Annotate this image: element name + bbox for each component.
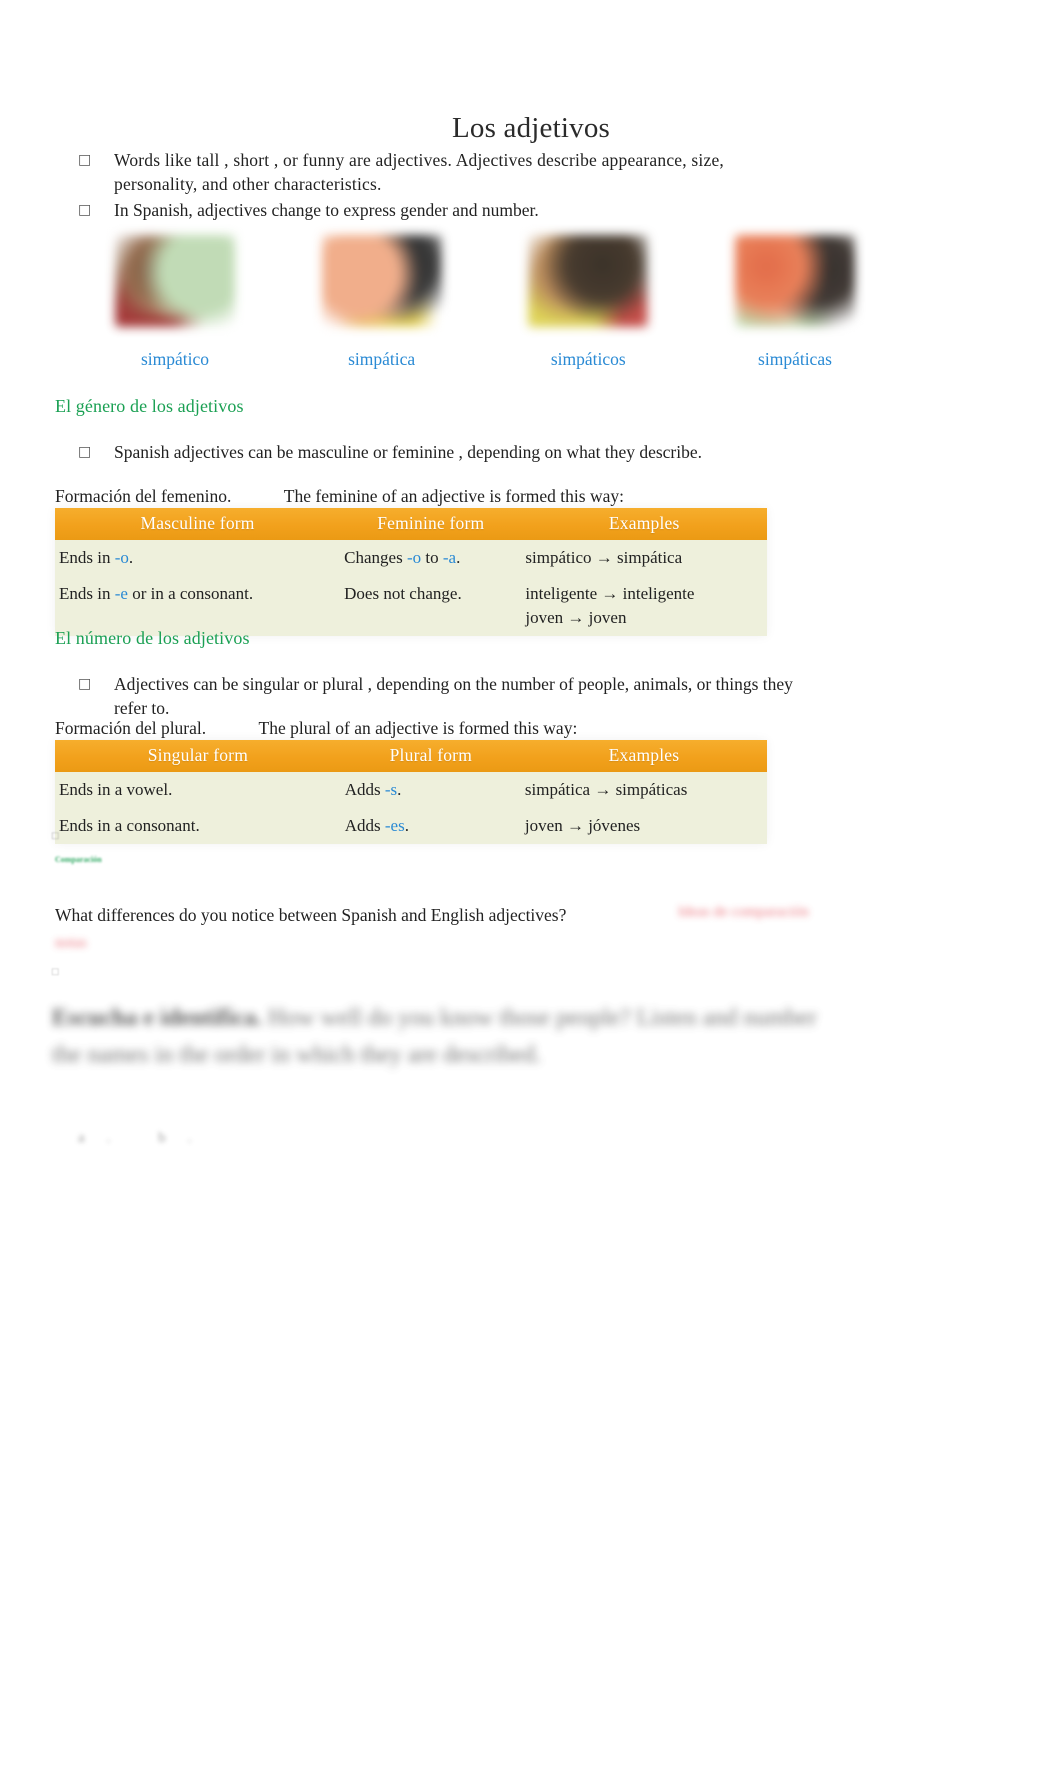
genero-bullet-text: Spanish adjectives can be masculine or f… (114, 442, 703, 462)
cell-examples-2: inteligente → inteligente joven → joven (521, 576, 767, 636)
photo-simpaticas-image (734, 235, 855, 327)
feminine-rule-2-prefix: Does not change. (344, 584, 462, 603)
exercise-title: Escucha e identifica. (52, 1005, 262, 1031)
list-item: □ Words like tall , short , or funny are… (78, 148, 798, 196)
example-text: inteligente → inteligente (525, 584, 695, 603)
masculine-rule-1-highlight: -o (114, 548, 129, 567)
column-header-feminine: Feminine form (340, 508, 522, 540)
bullet-square-icon: □ (78, 444, 92, 460)
genero-intro-spanish: Formación del femenino. (55, 486, 232, 506)
footer-bullet-square-icon: □ (52, 830, 59, 842)
photo-cell-4: simpáticas (710, 235, 880, 380)
feminine-rule-1-hl2: -a (442, 548, 457, 567)
photo-caption-2: simpática (348, 349, 416, 369)
reflection-question: What differences do you notice between S… (55, 905, 567, 925)
masculine-rule-1-prefix: Ends in (59, 548, 115, 567)
bullet-square-icon: □ (78, 202, 92, 218)
plural-rule-1-prefix: Adds (344, 780, 385, 799)
cell-examples-1: simpático → simpática (521, 540, 767, 576)
feminine-rule-1-mid: to (421, 548, 443, 567)
column-header-singular: Singular form (55, 740, 341, 772)
plural-rule-2-highlight: -es (384, 816, 405, 835)
numero-table-intro: Formación del plural. The plural of an a… (55, 718, 577, 739)
photo-caption-3: simpáticos (550, 349, 626, 369)
example-text: simpático → simpática (525, 548, 683, 567)
photo-strip: simpático simpática simpáticos simpática… (90, 235, 880, 380)
feminine-rule-1-prefix: Changes (344, 548, 407, 567)
masculine-rule-2-suffix: or in a consonant. (127, 584, 254, 603)
genero-intro-english: The feminine of an adjective is formed t… (283, 486, 624, 506)
feminine-rule-1-suffix: . (456, 548, 461, 567)
plural-rule-1-suffix: . (397, 780, 402, 799)
feminine-rule-1-hl1: -o (406, 548, 422, 567)
genero-table-intro: Formación del femenino. The feminine of … (55, 486, 624, 507)
list-item: □ Spanish adjectives can be masculine or… (78, 440, 808, 464)
cell-plural-rule-1: Adds -s. (340, 772, 521, 808)
listening-exercise-block: Escucha e identifica. How well do you kn… (52, 1000, 842, 1074)
bullet-square-icon: □ (78, 152, 92, 168)
intro-bullet-1-text: Words like tall , short , or funny are a… (114, 150, 724, 194)
cell-masculine-rule-2: Ends in -e or in a consonant. (55, 576, 341, 636)
example-text: joven → joven (525, 608, 627, 627)
photo-simpaticos-image (528, 235, 649, 327)
table-header-row: Masculine form Feminine form Examples (55, 508, 767, 540)
section-heading-numero: El número de los adjetivos (55, 628, 250, 648)
photo-caption-1: simpático (140, 349, 210, 369)
column-header-examples: Examples (520, 740, 767, 772)
example-text: joven → jóvenes (524, 816, 641, 835)
numero-bullet-list: □ Adjectives can be singular or plural ,… (78, 672, 808, 722)
cell-examples-2: joven → jóvenes (520, 808, 767, 844)
table-header-row: Singular form Plural form Examples (55, 740, 767, 772)
page-title: Los adjetivos (451, 112, 611, 145)
table-row: Ends in a consonant. Adds -es. joven → j… (55, 808, 767, 844)
plural-rule-2-prefix: Adds (344, 816, 385, 835)
column-header-examples: Examples (521, 508, 767, 540)
redacted-note-right: Ideas de comparación (678, 904, 809, 920)
document-page: Los adjetivos □ Words like tall , short … (0, 0, 1062, 1777)
section-heading-genero: El género de los adjetivos (55, 396, 244, 416)
table-row: Ends in -e or in a consonant. Does not c… (55, 576, 767, 636)
gender-table: Masculine form Feminine form Examples En… (55, 508, 767, 636)
redacted-note-left: notas (55, 935, 87, 951)
numero-intro-english: The plural of an adjective is formed thi… (258, 718, 578, 738)
cell-feminine-rule-1: Changes -o to -a. (340, 540, 522, 576)
photo-cell-2: simpática (297, 235, 467, 380)
masculine-rule-2-highlight: -e (114, 584, 128, 603)
numero-bullet-text: Adjectives can be singular or plural , d… (114, 674, 793, 718)
plural-rule-2-suffix: . (404, 816, 409, 835)
example-text: simpática → simpáticas (524, 780, 688, 799)
numero-intro-spanish: Formación del plural. (55, 718, 207, 738)
list-item: □ In Spanish, adjectives change to expre… (78, 198, 798, 222)
column-header-plural: Plural form (340, 740, 521, 772)
cell-singular-rule-2: Ends in a consonant. (55, 808, 341, 844)
intro-bullet-2-text: In Spanish, adjectives change to express… (114, 200, 539, 220)
photo-cell-3: simpáticos (503, 235, 673, 380)
cell-plural-rule-2: Adds -es. (340, 808, 521, 844)
plural-rule-1-highlight: -s (384, 780, 398, 799)
photo-cell-1: simpático (90, 235, 260, 380)
bullet-square-icon: □ (78, 676, 92, 692)
cell-examples-1: simpática → simpáticas (520, 772, 767, 808)
footer-bullet-square-icon-2: □ (52, 966, 59, 978)
masculine-rule-1-suffix: . (128, 548, 134, 567)
exercise-answer-items: a. b. (78, 1130, 214, 1146)
genero-bullet-list: □ Spanish adjectives can be masculine or… (78, 440, 808, 466)
table-row: Ends in a vowel. Adds -s. simpática → si… (55, 772, 767, 808)
photo-caption-4: simpáticas (758, 349, 832, 369)
cell-singular-rule-1: Ends in a vowel. (55, 772, 341, 808)
masculine-rule-2-prefix: Ends in (59, 584, 115, 603)
list-item: □ Adjectives can be singular or plural ,… (78, 672, 808, 720)
column-header-masculine: Masculine form (55, 508, 341, 540)
comparacion-label: Comparación (55, 855, 102, 864)
intro-bullet-list: □ Words like tall , short , or funny are… (78, 148, 798, 224)
number-table: Singular form Plural form Examples Ends … (55, 740, 767, 844)
photo-simpatico-image (115, 235, 235, 327)
table-row: Ends in -o. Changes -o to -a. simpático … (55, 540, 767, 576)
cell-masculine-rule-1: Ends in -o. (55, 540, 341, 576)
cell-feminine-rule-2: Does not change. (340, 576, 522, 636)
photo-simpatica-image (321, 235, 442, 327)
